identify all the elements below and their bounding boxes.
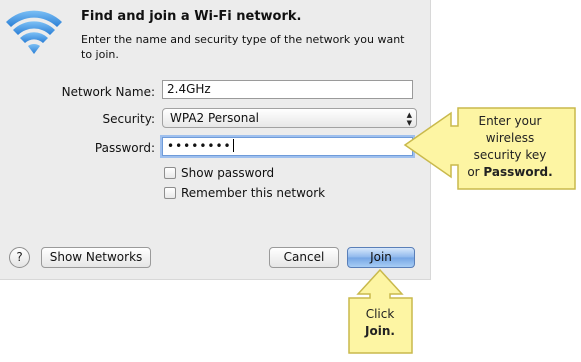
remember-network-checkbox[interactable]	[164, 187, 176, 199]
wifi-icon	[6, 10, 62, 54]
show-networks-button[interactable]: Show Networks	[41, 247, 151, 268]
help-button[interactable]: ?	[9, 247, 30, 268]
callout-line: Click	[365, 307, 395, 321]
callout-line: Enter your	[478, 114, 542, 128]
remember-network-label: Remember this network	[181, 186, 326, 200]
text-caret	[232, 139, 234, 152]
security-select[interactable]: WPA2 Personal ▲ ▼	[162, 108, 417, 128]
join-button[interactable]: Join	[347, 247, 415, 268]
callout-line: wireless	[485, 131, 535, 145]
password-input[interactable]: ••••••••	[162, 137, 413, 156]
callout-line: or Password.	[460, 164, 560, 181]
password-callout-text: Enter your wireless security key or Pass…	[460, 113, 560, 181]
callout-line: security key	[473, 148, 547, 162]
dialog-subtitle: Enter the name and security type of the …	[81, 33, 405, 61]
callout-line: Join.	[350, 323, 410, 340]
show-password-option[interactable]: Show password	[164, 166, 274, 180]
wifi-join-dialog: Find and join a Wi-Fi network. Enter the…	[0, 0, 431, 280]
password-masked-value: ••••••••	[167, 139, 232, 153]
network-name-label: Network Name:	[61, 85, 155, 99]
show-password-label: Show password	[181, 166, 275, 180]
security-label: Security:	[102, 112, 155, 126]
password-label: Password:	[94, 141, 155, 155]
callout-bold-text: Password.	[483, 165, 553, 179]
callout-bold-text: Join.	[365, 324, 395, 338]
show-password-checkbox[interactable]	[164, 167, 176, 179]
dialog-title: Find and join a Wi-Fi network.	[81, 9, 302, 24]
callout-text: or	[467, 165, 484, 179]
network-name-input[interactable]: 2.4GHz	[162, 80, 413, 99]
cancel-button[interactable]: Cancel	[269, 247, 339, 268]
remember-network-option[interactable]: Remember this network	[164, 186, 325, 200]
security-select-value: WPA2 Personal	[170, 111, 260, 125]
join-callout-text: Click Join.	[350, 306, 410, 340]
